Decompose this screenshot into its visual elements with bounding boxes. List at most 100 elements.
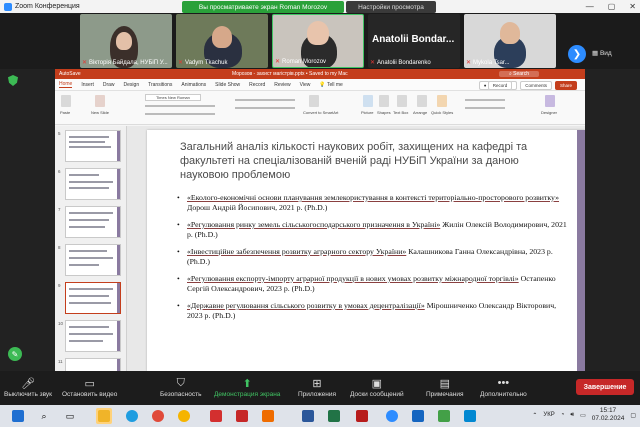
video-camera-icon: ▭ (84, 377, 95, 390)
participant-tile[interactable]: Anatolii Bondar... ✕ Anatolii Bondarenko (368, 14, 460, 68)
chrome-icon-2[interactable] (176, 408, 192, 424)
shared-screen: ✎ AutoSave Морозов - захист магістрів.pp… (0, 69, 640, 371)
mute-button[interactable]: 🎤︎ Выключить звук (4, 375, 52, 399)
view-settings-button[interactable]: Настройки просмотра (346, 1, 436, 13)
gallery-next-icon[interactable]: ❯ (568, 45, 586, 63)
participant-name: ✕ Anatolii Bondarenko (370, 60, 431, 66)
minimize-icon[interactable]: — (586, 2, 594, 11)
smartart-icon[interactable] (309, 95, 319, 107)
chrome-icon[interactable] (150, 408, 166, 424)
slide-title: Загальний аналіз кількості наукових робі… (180, 141, 528, 181)
textbox-icon[interactable] (397, 95, 407, 107)
share-screen-button[interactable]: ⬆ Демонстрация экрана (214, 375, 280, 399)
app-icon-red[interactable] (208, 408, 224, 424)
notification-icon[interactable]: ▢ (630, 412, 636, 419)
end-meeting-button[interactable]: Завершение (576, 379, 634, 395)
volume-icon[interactable]: 🔊︎ (570, 412, 574, 419)
tab-record[interactable]: Record (249, 82, 265, 88)
tab-review[interactable]: Review (274, 82, 290, 88)
shapes-icon[interactable] (379, 95, 389, 107)
font-select[interactable]: Times New Roman (145, 94, 201, 101)
shape-fill-controls[interactable] (465, 99, 505, 101)
tell-me[interactable]: 💡 Tell me (319, 82, 342, 88)
participant-tile[interactable]: ✕ Mykola Tsar... (464, 14, 556, 68)
close-icon[interactable]: ✕ (629, 2, 636, 11)
slide-thumbnail[interactable]: 6 (58, 168, 121, 200)
font-formatting-controls-2[interactable] (145, 113, 215, 115)
whiteboards-button[interactable]: ▣ Доски сообщений (350, 375, 404, 399)
notes-button[interactable]: ▤ Примечания (426, 375, 464, 399)
notes-icon: ▤ (439, 377, 450, 390)
slide-thumbnail[interactable]: 10 (58, 320, 121, 352)
window-controls: — ▢ ✕ (586, 0, 636, 13)
view-button[interactable]: ▦ Вид (592, 49, 612, 57)
comments-button[interactable]: Comments (520, 81, 552, 90)
whiteboard-icon: ▣ (371, 377, 383, 390)
shield-icon[interactable] (8, 75, 18, 86)
maximize-icon[interactable]: ▢ (608, 2, 616, 11)
participant-tile[interactable]: ✕ Вікторія Байдала, НУБіП У... (80, 14, 172, 68)
slide-thumbnail[interactable]: 11 (58, 358, 121, 371)
more-button[interactable]: ••• Дополнительно (480, 375, 527, 398)
acrobat-icon[interactable] (354, 408, 370, 424)
quick-styles-icon[interactable] (437, 95, 447, 107)
slide-thumbnails: 5 6 7 8 9 10 11 (55, 126, 127, 371)
app-icon-blue-2[interactable] (462, 408, 478, 424)
participant-tile-active[interactable]: ✕ Roman Morozov (272, 14, 364, 68)
share-button[interactable]: Share (554, 81, 577, 90)
wifi-icon[interactable]: ◔ (561, 412, 565, 418)
apps-button[interactable]: ⊞ Приложения (298, 375, 336, 399)
ppt-search[interactable]: ⌕ Search (498, 71, 539, 77)
excel-icon[interactable] (326, 408, 342, 424)
security-button[interactable]: ⛉ Безопасность (160, 375, 201, 399)
file-explorer-icon[interactable] (96, 408, 112, 424)
tab-slide-show[interactable]: Slide Show (215, 82, 240, 88)
annotate-pen-icon[interactable]: ✎ (8, 347, 22, 361)
start-icon[interactable] (10, 408, 26, 424)
shape-outline-controls[interactable] (465, 107, 505, 109)
tab-home[interactable]: Home (59, 81, 73, 88)
tab-design[interactable]: Design (124, 82, 140, 88)
ppt-ribbon: Paste New Slide Times New Roman Convert … (55, 91, 585, 125)
app-icon-blue[interactable] (410, 408, 426, 424)
slide-thumbnail-selected[interactable]: 9 (58, 282, 121, 314)
clock[interactable]: 15:17 07.02.2024 (592, 407, 625, 423)
paragraph-controls-2[interactable] (235, 107, 295, 109)
share-screen-icon: ⬆ (242, 377, 252, 390)
slide-thumbnail[interactable]: 8 (58, 244, 121, 276)
tab-draw[interactable]: Draw (103, 82, 115, 88)
task-view-icon[interactable]: ▭ (62, 408, 78, 424)
word-icon[interactable] (300, 408, 316, 424)
edge-icon[interactable] (124, 408, 140, 424)
chevron-up-icon[interactable]: ⌃ (532, 412, 537, 419)
participant-name: ✕ Vadym Tkachuk (178, 60, 228, 66)
app-icon-red-2[interactable] (234, 408, 250, 424)
paste-icon[interactable] (61, 95, 71, 107)
font-formatting-controls[interactable] (145, 105, 215, 107)
tab-transitions[interactable]: Transitions (148, 82, 172, 88)
participant-face (500, 22, 520, 44)
tab-view[interactable]: View (300, 82, 311, 88)
new-slide-icon[interactable] (95, 95, 105, 107)
app-icon-green[interactable] (436, 408, 452, 424)
designer-icon[interactable] (545, 95, 555, 107)
zoom-taskbar-icon[interactable] (384, 408, 400, 424)
arrange-icon[interactable] (417, 95, 427, 107)
search-icon[interactable]: ⌕ (36, 408, 52, 424)
slide-thumbnail[interactable]: 7 (58, 206, 121, 238)
record-button[interactable]: ● Record (478, 81, 518, 90)
language-indicator[interactable]: УКР (543, 412, 554, 418)
autosave-label[interactable]: AutoSave (59, 71, 81, 77)
list-item: «Регулювання ринку земель сільськогоспод… (175, 220, 567, 239)
participant-tile[interactable]: ✕ Vadym Tkachuk (176, 14, 268, 68)
slide-thumbnail[interactable]: 5 (58, 130, 121, 162)
picture-icon[interactable] (363, 95, 373, 107)
current-slide[interactable]: Загальний аналіз кількості наукових робі… (147, 130, 585, 371)
shapes-label: Shapes (377, 110, 391, 115)
paragraph-controls[interactable] (235, 99, 295, 101)
battery-icon[interactable]: ▭ (580, 412, 586, 419)
tab-insert[interactable]: Insert (81, 82, 94, 88)
app-icon-orange[interactable] (260, 408, 276, 424)
tab-animations[interactable]: Animations (181, 82, 206, 88)
stop-video-button[interactable]: ▭ Остановить видео (62, 375, 117, 399)
